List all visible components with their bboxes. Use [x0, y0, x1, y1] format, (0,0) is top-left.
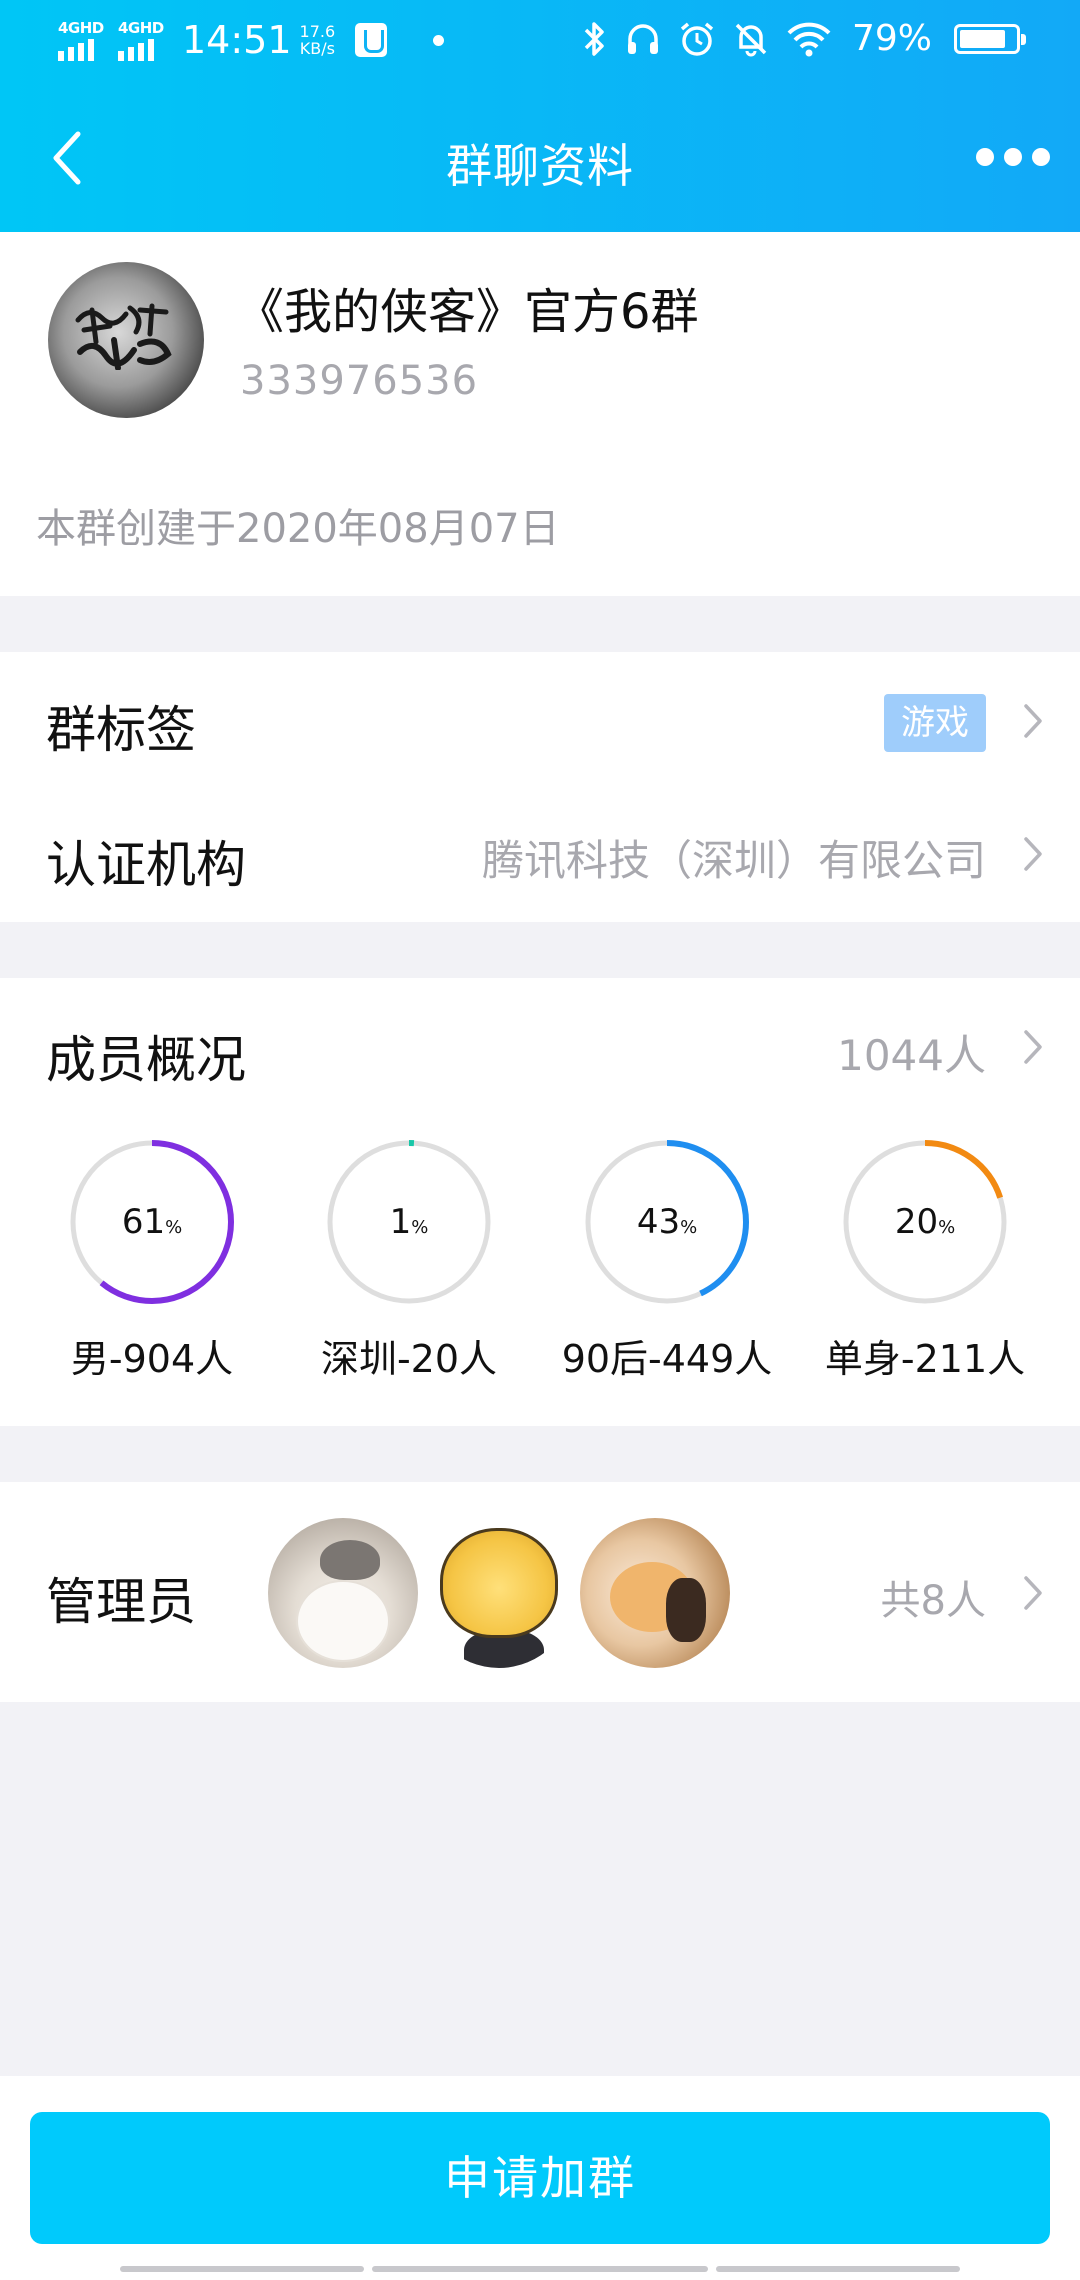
chevron-right-icon [1024, 1576, 1042, 1610]
members-count: 1044人 [837, 1031, 986, 1080]
status-bar: 4GHD 4GHD 14:51 17.6 KB/s 79% [0, 0, 1080, 84]
more-dots-icon[interactable] [976, 148, 1050, 166]
calligraphy-logo-icon [75, 303, 172, 370]
group-avatar[interactable] [48, 262, 204, 418]
nav-indicator [372, 2266, 708, 2272]
wifi-icon [787, 22, 831, 56]
stat-caption: 男-904人 [70, 1337, 234, 1381]
stat-ring: 43% [583, 1138, 751, 1306]
group-tag-badge: 游戏 [884, 694, 986, 752]
admin-avatar[interactable] [424, 1518, 574, 1668]
admins-label: 管理员 [46, 1573, 196, 1631]
certification-row[interactable]: 认证机构 腾讯科技（深圳）有限公司 [0, 787, 1080, 922]
page-title: 群聊资料 [446, 139, 634, 193]
network-speed: 17.6 KB/s [299, 22, 336, 58]
group-tags-label: 群标签 [46, 701, 196, 759]
stat-caption: 单身-211人 [824, 1337, 1026, 1381]
stat-shenzhen: 1% 深圳-20人 [279, 1138, 539, 1383]
group-tags-row[interactable]: 群标签 游戏 [0, 652, 1080, 787]
stat-post90s: 43% 90后-449人 [537, 1138, 797, 1383]
stat-male: 61% 男-904人 [22, 1138, 282, 1383]
alarm-icon [680, 22, 714, 56]
chevron-right-icon [1024, 704, 1042, 738]
nav-indicator [120, 2266, 364, 2272]
group-id: 333976536 [240, 358, 479, 404]
notification-dot-icon [433, 34, 445, 46]
members-label: 成员概况 [46, 1031, 246, 1089]
headphones-icon [627, 23, 658, 54]
battery-icon [954, 23, 1026, 54]
stat-ring: 61% [68, 1138, 236, 1306]
certification-value: 腾讯科技（深圳）有限公司 [481, 836, 986, 885]
stat-single: 20% 单身-211人 [795, 1138, 1055, 1383]
members-overview-row[interactable]: 成员概况 1044人 [0, 978, 1080, 1108]
bottom-bar: 申请加群 [0, 2076, 1080, 2280]
usb-icon [355, 23, 388, 57]
stat-ring: 20% [841, 1138, 1009, 1306]
tags-card: 群标签 游戏 认证机构 腾讯科技（深圳）有限公司 [0, 652, 1080, 922]
join-group-button[interactable]: 申请加群 [30, 2112, 1050, 2244]
nav-indicator [716, 2266, 960, 2272]
certification-label: 认证机构 [46, 836, 246, 894]
admins-count: 共8人 [880, 1578, 986, 1624]
stat-caption: 深圳-20人 [320, 1337, 498, 1381]
admin-avatar[interactable] [268, 1518, 418, 1668]
cell-signal-1-icon: 4GHD [58, 19, 110, 61]
group-created-date: 本群创建于2020年08月07日 [36, 506, 560, 552]
group-info-card: 《我的侠客》官方6群 333976536 本群创建于2020年08月07日 [0, 232, 1080, 596]
header: 4GHD 4GHD 14:51 17.6 KB/s 79% 群聊资料 [0, 0, 1080, 232]
stat-caption: 90后-449人 [561, 1337, 773, 1381]
status-time: 14:51 [182, 18, 292, 62]
stat-ring: 1% [325, 1138, 493, 1306]
admin-avatar[interactable] [580, 1518, 730, 1668]
cell-signal-2-icon: 4GHD [118, 19, 170, 61]
members-card: 成员概况 1044人 61% 男-904人 1% 深圳-20人 43% 90后-… [0, 978, 1080, 1426]
mute-icon [735, 23, 767, 56]
admins-row[interactable]: 管理员 共8人 [0, 1482, 1080, 1702]
chevron-right-icon [1024, 1030, 1042, 1064]
chevron-right-icon [1024, 837, 1042, 871]
battery-percent: 79% [851, 18, 932, 59]
group-name: 《我的侠客》官方6群 [236, 284, 699, 340]
bluetooth-icon [584, 21, 604, 56]
